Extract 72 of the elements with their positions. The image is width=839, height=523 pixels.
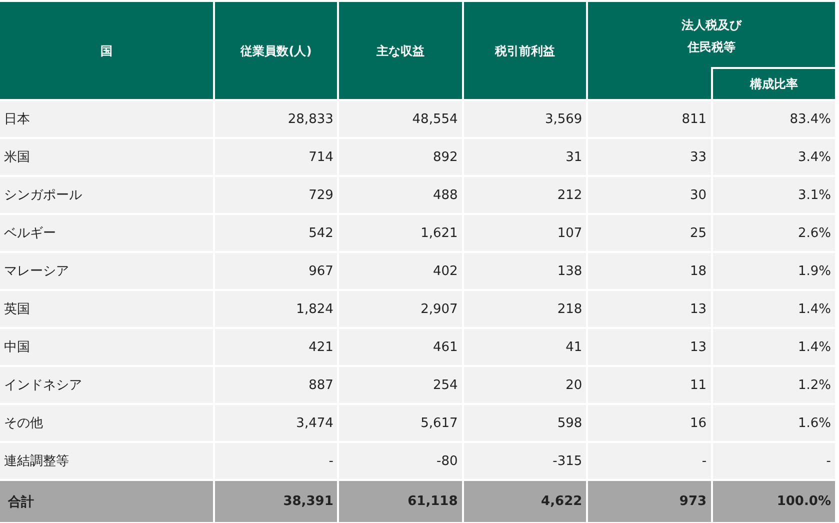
table-cell: 1.2% [712, 367, 835, 403]
table-cell: 33 [588, 139, 711, 175]
table-cell: 米国 [0, 139, 213, 175]
table-cell: 4,622 [464, 481, 586, 522]
table-cell: その他 [0, 405, 213, 441]
table-cell: 1.9% [712, 253, 835, 289]
table-cell: 1.4% [712, 329, 835, 365]
table-cell: 598 [464, 405, 586, 441]
table-cell: 421 [215, 329, 338, 365]
table-cell: 107 [464, 215, 586, 251]
table-cell: 1,824 [215, 291, 338, 327]
table-cell: 1,621 [339, 215, 462, 251]
table-cell: 18 [588, 253, 711, 289]
table-cell: - [215, 443, 338, 479]
table-cell: 973 [588, 481, 711, 522]
table-cell: 合計 [0, 481, 213, 522]
table-cell: インドネシア [0, 367, 213, 403]
table-cell: 中国 [0, 329, 213, 365]
table-cell: 3.1% [712, 177, 835, 213]
table-cell: 83.4% [712, 101, 835, 137]
table-cell: 16 [588, 405, 711, 441]
table-cell: 28,833 [215, 101, 338, 137]
table-cell: 138 [464, 253, 586, 289]
table-cell: 13 [588, 291, 711, 327]
table-cell: 31 [464, 139, 586, 175]
table-cell: 連結調整等 [0, 443, 213, 479]
table-cell: 218 [464, 291, 586, 327]
table-cell: 461 [339, 329, 462, 365]
table-cell: 1.6% [712, 405, 835, 441]
table-cell: 25 [588, 215, 711, 251]
table-cell: 5,617 [339, 405, 462, 441]
table-cell: 3,569 [464, 101, 586, 137]
table-cell: 2,907 [339, 291, 462, 327]
table-cell: 967 [215, 253, 338, 289]
table-cell: 38,391 [215, 481, 338, 522]
table-cell: 254 [339, 367, 462, 403]
column-header: 法人税及び住民税等 [680, 17, 743, 56]
table-cell: 30 [588, 177, 711, 213]
table-cell: マレーシア [0, 253, 213, 289]
column-header: 税引前利益 [464, 2, 586, 99]
table-cell: - [588, 443, 711, 479]
column-header: 従業員数(人) [215, 2, 338, 99]
table-cell: 811 [588, 101, 711, 137]
table-cell: 20 [464, 367, 586, 403]
table-cell: 887 [215, 367, 338, 403]
column-header: 構成比率 [712, 69, 835, 99]
table-cell: 3,474 [215, 405, 338, 441]
table-cell: 100.0% [712, 481, 835, 522]
table-cell: 13 [588, 329, 711, 365]
table-cell: -315 [464, 443, 586, 479]
table-cell: 714 [215, 139, 338, 175]
table-cell: 61,118 [339, 481, 462, 522]
table-cell: 48,554 [339, 101, 462, 137]
table-cell: 1.4% [712, 291, 835, 327]
table-cell: - [712, 443, 835, 479]
column-header: 国 [0, 2, 213, 99]
table-cell: 3.4% [712, 139, 835, 175]
table-cell: 542 [215, 215, 338, 251]
table-cell: 402 [339, 253, 462, 289]
table-cell: -80 [339, 443, 462, 479]
table-cell: ベルギー [0, 215, 213, 251]
column-header: 主な収益 [339, 2, 462, 99]
table-cell: 892 [339, 139, 462, 175]
table-cell: 729 [215, 177, 338, 213]
table-cell: 英国 [0, 291, 213, 327]
table-cell: 11 [588, 367, 711, 403]
table-cell: 2.6% [712, 215, 835, 251]
table-cell: 488 [339, 177, 462, 213]
table-cell: 日本 [0, 101, 213, 137]
table-cell: 212 [464, 177, 586, 213]
table-cell: シンガポール [0, 177, 213, 213]
table-cell: 41 [464, 329, 586, 365]
